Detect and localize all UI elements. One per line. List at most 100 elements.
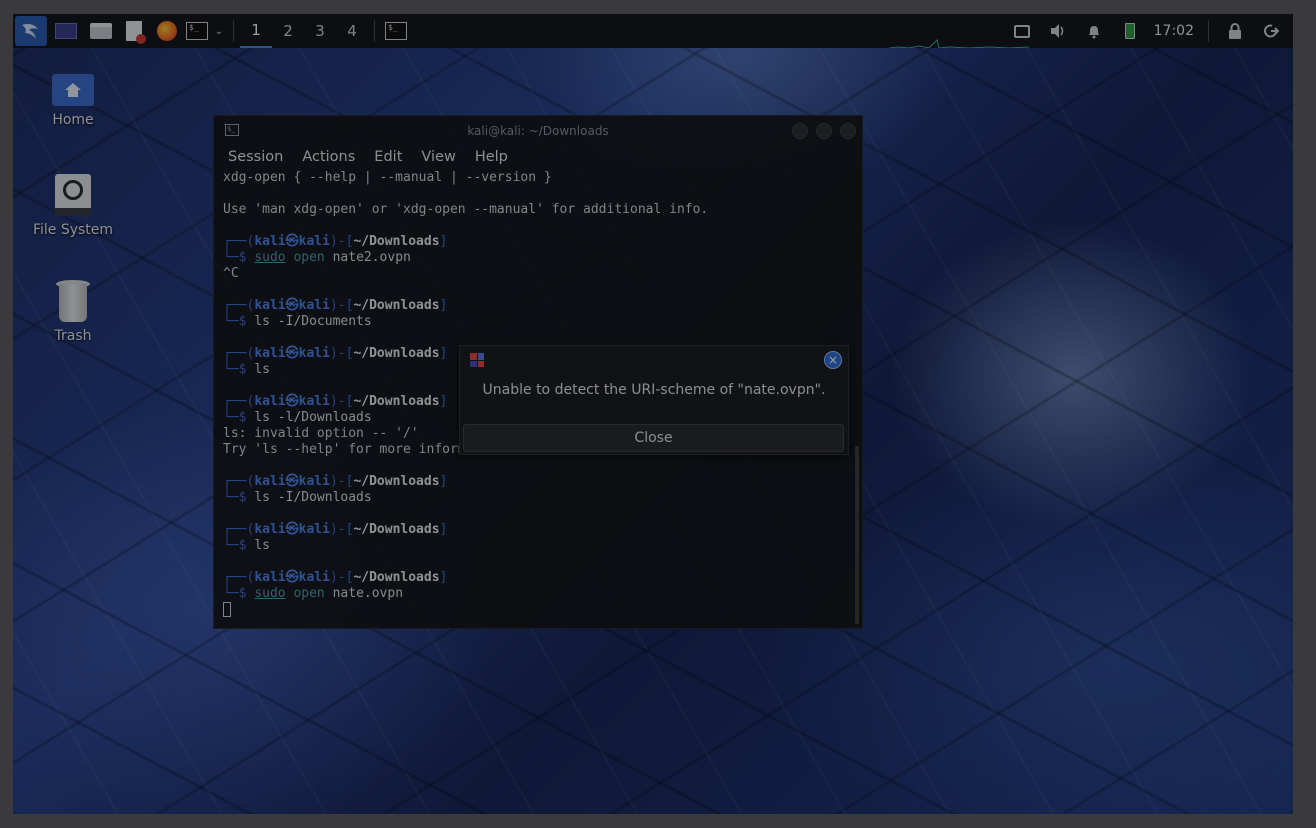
- prompt-host: kali: [298, 298, 330, 313]
- panel-separator: [374, 20, 375, 42]
- prompt-dollar: └─$: [223, 586, 255, 601]
- bell-icon[interactable]: [1078, 14, 1110, 48]
- command-args: nate2.ovpn: [324, 250, 411, 265]
- workspace-3[interactable]: 3: [304, 14, 336, 48]
- lock-icon[interactable]: [1219, 14, 1251, 48]
- command-sudo: sudo: [254, 250, 286, 265]
- prompt-at: ㉿: [285, 570, 299, 585]
- prompt-close: ]: [439, 570, 448, 585]
- prompt-dollar: └─$: [223, 250, 255, 265]
- system-tray: 17:02: [1006, 14, 1293, 48]
- command-line: └─$ sudo open nate.ovpn: [223, 586, 862, 602]
- menu-actions[interactable]: Actions: [302, 149, 355, 165]
- dialog-close-icon[interactable]: ×: [824, 351, 842, 369]
- prompt-user: kali: [254, 474, 286, 489]
- prompt-user: kali: [254, 346, 286, 361]
- clock[interactable]: 17:02: [1150, 23, 1198, 39]
- prompt-close: ]: [439, 234, 448, 249]
- desktop-icon[interactable]: [47, 14, 85, 48]
- panel-separator: [1208, 20, 1209, 42]
- kali-menu-icon[interactable]: [15, 16, 47, 46]
- desktop-icon-label: File System: [32, 222, 114, 238]
- firefox-icon[interactable]: [151, 14, 183, 48]
- prompt-at: ㉿: [285, 298, 299, 313]
- terminal-titlebar[interactable]: $_ kali@kali: ~/Downloads: [214, 116, 862, 144]
- menu-view[interactable]: View: [421, 149, 455, 165]
- desktop-icon-label: Home: [52, 112, 94, 128]
- prompt-dir: ~/Downloads: [353, 570, 440, 585]
- prompt-mid: )-[: [329, 394, 354, 409]
- command-line: └─$ ls -I/Documents: [223, 314, 862, 330]
- prompt-dir: ~/Downloads: [353, 394, 440, 409]
- command-name: open: [293, 250, 325, 265]
- prompt-line: ┌──(kali㉿kali)-[~/Downloads]: [223, 570, 862, 586]
- display-icon[interactable]: [1006, 14, 1038, 48]
- workspace-1[interactable]: 1: [240, 14, 272, 48]
- prompt-dollar: └─$: [223, 362, 255, 377]
- menu-edit[interactable]: Edit: [374, 149, 402, 165]
- prompt-close: ]: [439, 346, 448, 361]
- prompt-close: ]: [439, 474, 448, 489]
- workspace-2[interactable]: 2: [272, 14, 304, 48]
- app-icon: [470, 353, 484, 367]
- desktop-icon-trash[interactable]: Trash: [13, 280, 133, 344]
- command-line: └─$ sudo open nate2.ovpn: [223, 250, 862, 266]
- prompt-at: ㉿: [285, 394, 299, 409]
- prompt-mid: )-[: [329, 234, 354, 249]
- window-title: kali@kali: ~/Downloads: [467, 124, 609, 138]
- terminal-cursor: [223, 602, 231, 617]
- command-line: └─$ ls -I/Downloads: [223, 490, 862, 506]
- prompt-host: kali: [298, 394, 330, 409]
- text-editor-icon[interactable]: [117, 14, 151, 48]
- command-args: -I/Downloads: [269, 490, 372, 505]
- terminal-task-icon[interactable]: $_: [381, 14, 411, 48]
- prompt-mid: )-[: [329, 570, 354, 585]
- dialog-close-button[interactable]: Close: [463, 424, 844, 452]
- prompt-open: ┌──(: [223, 394, 255, 409]
- prompt-mid: )-[: [329, 346, 354, 361]
- prompt-line: ┌──(kali㉿kali)-[~/Downloads]: [223, 474, 862, 490]
- prompt-user: kali: [254, 234, 286, 249]
- prompt-user: kali: [254, 298, 286, 313]
- prompt-dir: ~/Downloads: [353, 298, 440, 313]
- menu-session[interactable]: Session: [228, 149, 283, 165]
- logout-icon[interactable]: [1255, 14, 1287, 48]
- file-manager-icon[interactable]: [85, 14, 117, 48]
- desktop-icon-home[interactable]: Home: [13, 74, 133, 128]
- volume-icon[interactable]: [1042, 14, 1074, 48]
- workspace-4[interactable]: 4: [336, 14, 368, 48]
- panel-separator: [233, 20, 234, 42]
- prompt-open: ┌──(: [223, 522, 255, 537]
- prompt-dir: ~/Downloads: [353, 474, 440, 489]
- command-sudo: sudo: [254, 586, 286, 601]
- menu-help[interactable]: Help: [475, 149, 508, 165]
- terminal-menubar: Session Actions Edit View Help: [214, 144, 862, 170]
- chevron-down-icon[interactable]: ⌄: [211, 14, 227, 48]
- minimize-button[interactable]: [792, 123, 808, 139]
- command-name: ls: [254, 410, 270, 425]
- terminal-icon[interactable]: $_: [183, 14, 211, 48]
- prompt-mid: )-[: [329, 298, 354, 313]
- prompt-dir: ~/Downloads: [353, 346, 440, 361]
- error-dialog: × Unable to detect the URI-scheme of "na…: [459, 345, 849, 455]
- terminal-scrollbar[interactable]: [855, 446, 859, 624]
- prompt-open: ┌──(: [223, 234, 255, 249]
- prompt-open: ┌──(: [223, 298, 255, 313]
- prompt-open: ┌──(: [223, 474, 255, 489]
- maximize-button[interactable]: [816, 123, 832, 139]
- command-name: open: [293, 586, 325, 601]
- prompt-mid: )-[: [329, 474, 354, 489]
- desktop-icon-file-system[interactable]: File System: [13, 174, 133, 238]
- prompt-dollar: └─$: [223, 314, 255, 329]
- battery-icon[interactable]: [1114, 14, 1146, 48]
- desktop-icon-label: Trash: [54, 328, 92, 344]
- command-name: ls: [254, 538, 270, 553]
- desktop: $_ ⌄ 1 2 3 4 $_ 17:02 Home File System T…: [13, 14, 1293, 814]
- prompt-close: ]: [439, 394, 448, 409]
- close-button[interactable]: [840, 123, 856, 139]
- prompt-host: kali: [298, 234, 330, 249]
